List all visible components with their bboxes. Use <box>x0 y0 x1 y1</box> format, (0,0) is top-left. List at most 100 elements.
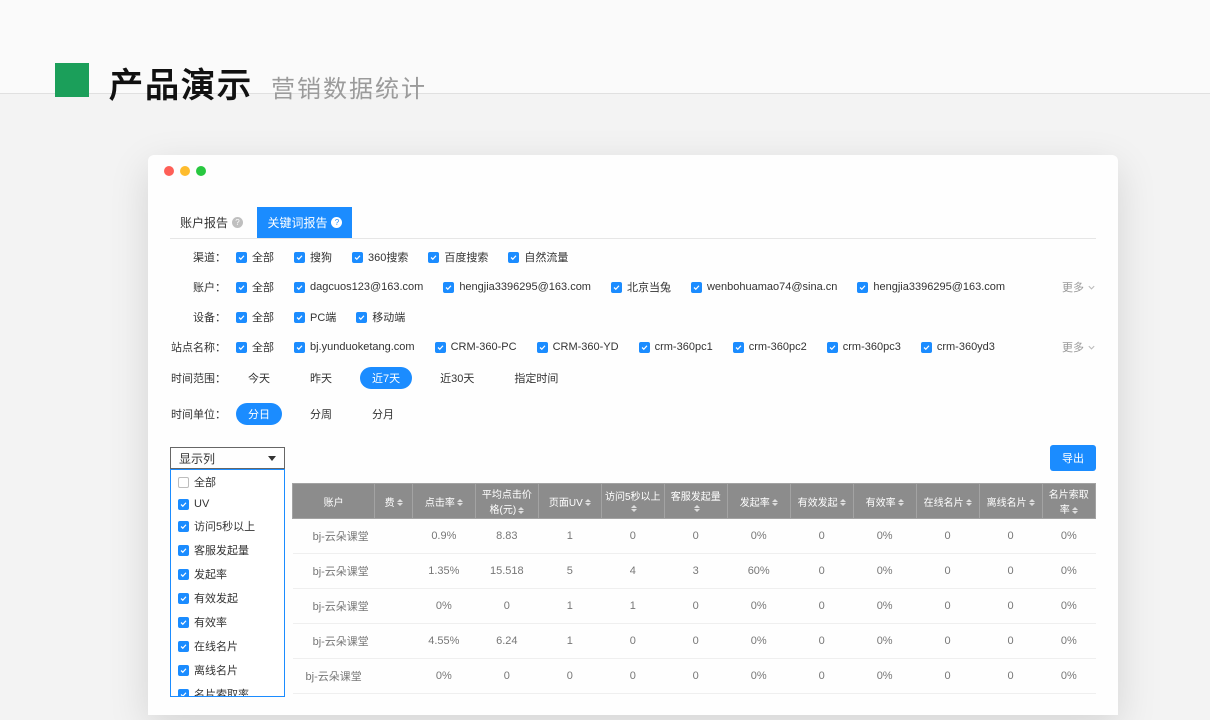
time-option[interactable]: 近30天 <box>428 367 486 389</box>
column-option-label: 有效发起 <box>194 590 238 606</box>
time-option[interactable]: 昨天 <box>298 367 344 389</box>
time-option[interactable]: 今天 <box>236 367 282 389</box>
checkbox-label: 全部 <box>252 279 274 295</box>
tab-account-report[interactable]: 账户报告 ? <box>170 207 253 238</box>
table-row: 堂 bj-云朵课堂1.35%15.51854360%00%000% <box>293 554 1096 589</box>
column-option[interactable]: 在线名片 <box>171 634 284 658</box>
more-link[interactable]: 更多 <box>1062 279 1096 295</box>
column-option[interactable]: UV <box>171 494 284 514</box>
filter-checkbox[interactable]: wenbohuamao74@sina.cn <box>691 281 837 293</box>
filter-checkbox[interactable]: dagcuos123@163.com <box>294 281 423 293</box>
filter-checkbox[interactable]: crm-360yd3 <box>921 341 995 353</box>
column-select[interactable]: 显示列 全部UV访问5秒以上客服发起量发起率有效发起有效率在线名片离线名片名片索… <box>170 447 285 469</box>
table-header-cell[interactable]: 有效发起 <box>790 484 853 519</box>
tab-keyword-report[interactable]: 关键词报告 ? <box>257 207 352 238</box>
table-header-cell[interactable]: 有效率 <box>853 484 916 519</box>
time-option[interactable]: 分月 <box>360 403 406 425</box>
filter-checkbox[interactable]: CRM-360-YD <box>537 341 619 353</box>
table-header-cell[interactable]: 离线名片 <box>979 484 1042 519</box>
time-option[interactable]: 分周 <box>298 403 344 425</box>
column-option-label: 全部 <box>194 474 216 490</box>
table-header-cell[interactable]: 费 <box>375 484 413 519</box>
table-cell: 0 <box>664 624 727 659</box>
time-option[interactable]: 分日 <box>236 403 282 425</box>
column-option[interactable]: 离线名片 <box>171 658 284 682</box>
filter-checkbox[interactable]: 百度搜索 <box>428 249 488 265</box>
filter-checkbox[interactable]: CRM-360-PC <box>435 341 517 353</box>
filter-checkbox[interactable]: crm-360pc1 <box>639 341 713 353</box>
table-cell: 0 <box>790 659 853 694</box>
filter-checkbox[interactable]: 自然流量 <box>508 249 568 265</box>
column-select-display[interactable]: 显示列 <box>170 447 285 469</box>
checkbox-label: 北京当兔 <box>627 279 671 295</box>
table-cell <box>375 519 413 554</box>
table-cell: 0% <box>853 519 916 554</box>
sort-icon[interactable] <box>518 507 524 514</box>
maximize-icon[interactable] <box>196 166 206 176</box>
column-option[interactable]: 全部 <box>171 470 284 494</box>
filter-checkbox[interactable]: 全部 <box>236 339 274 355</box>
table-header-cell[interactable]: 客服发起量 <box>664 484 727 519</box>
filter-timerange: 时间范围：今天昨天近7天近30天指定时间 <box>170 367 1096 389</box>
table-cell: 1 <box>538 624 601 659</box>
column-option[interactable]: 访问5秒以上 <box>171 514 284 538</box>
table-header-cell[interactable]: 账户 <box>293 484 375 519</box>
sort-icon[interactable] <box>457 499 463 506</box>
table-header-cell[interactable]: 页面UV <box>538 484 601 519</box>
sort-icon[interactable] <box>1072 507 1078 514</box>
filter-checkbox[interactable]: crm-360pc3 <box>827 341 901 353</box>
sort-icon[interactable] <box>631 505 637 512</box>
checkbox-icon <box>857 282 868 293</box>
filter-checkbox[interactable]: 移动端 <box>356 309 405 325</box>
filter-checkbox[interactable]: 360搜索 <box>352 249 408 265</box>
more-link[interactable]: 更多 <box>1062 339 1096 355</box>
checkbox-icon <box>236 312 247 323</box>
filter-checkbox[interactable]: bj.yunduoketang.com <box>294 341 415 353</box>
close-icon[interactable] <box>164 166 174 176</box>
column-option[interactable]: 客服发起量 <box>171 538 284 562</box>
time-option[interactable]: 近7天 <box>360 367 412 389</box>
sort-icon[interactable] <box>898 499 904 506</box>
filter-checkbox[interactable]: 全部 <box>236 279 274 295</box>
checkbox-label: dagcuos123@163.com <box>310 281 423 293</box>
table-cell: 0 <box>664 659 727 694</box>
checkbox-icon <box>435 342 446 353</box>
sort-icon[interactable] <box>397 499 403 506</box>
time-option[interactable]: 指定时间 <box>502 367 570 389</box>
minimize-icon[interactable] <box>180 166 190 176</box>
sort-icon[interactable] <box>966 499 972 506</box>
filter-checkbox[interactable]: 全部 <box>236 249 274 265</box>
sort-icon[interactable] <box>694 505 700 512</box>
table-cell: 0% <box>1042 519 1095 554</box>
table-header-cell[interactable]: 在线名片 <box>916 484 979 519</box>
table-header-cell[interactable]: 点击率 <box>412 484 475 519</box>
sort-icon[interactable] <box>772 499 778 506</box>
filter-checkbox[interactable]: PC端 <box>294 309 336 325</box>
filter-checkbox[interactable]: crm-360pc2 <box>733 341 807 353</box>
help-icon[interactable]: ? <box>331 217 342 228</box>
help-icon[interactable]: ? <box>232 217 243 228</box>
table-header-cell[interactable]: 平均点击价格(元) <box>475 484 538 519</box>
checkbox-icon <box>294 312 305 323</box>
table-header-cell[interactable]: 名片索取率 <box>1042 484 1095 519</box>
filter-site: 站点名称：全部bj.yunduoketang.comCRM-360-PCCRM-… <box>170 337 1096 357</box>
column-option[interactable]: 发起率 <box>171 562 284 586</box>
filter-checkbox[interactable]: hengjia3396295@163.com <box>443 281 591 293</box>
sort-icon[interactable] <box>1029 499 1035 506</box>
filter-checkbox[interactable]: 搜狗 <box>294 249 332 265</box>
table-header-cell[interactable]: 发起率 <box>727 484 790 519</box>
checkbox-icon <box>178 569 189 580</box>
filter-checkbox[interactable]: 全部 <box>236 309 274 325</box>
table-header-cell[interactable]: 访问5秒以上 <box>601 484 664 519</box>
table-cell: 0 <box>916 519 979 554</box>
export-button[interactable]: 导出 <box>1050 445 1096 471</box>
sort-icon[interactable] <box>840 499 846 506</box>
filter-checkbox[interactable]: hengjia3396295@163.com <box>857 281 1005 293</box>
column-option[interactable]: 有效发起 <box>171 586 284 610</box>
checkbox-icon <box>537 342 548 353</box>
sort-icon[interactable] <box>585 499 591 506</box>
filter-checkbox[interactable]: 北京当兔 <box>611 279 671 295</box>
column-option[interactable]: 有效率 <box>171 610 284 634</box>
table-cell: 0% <box>727 624 790 659</box>
column-option[interactable]: 名片索取率 <box>171 682 284 697</box>
